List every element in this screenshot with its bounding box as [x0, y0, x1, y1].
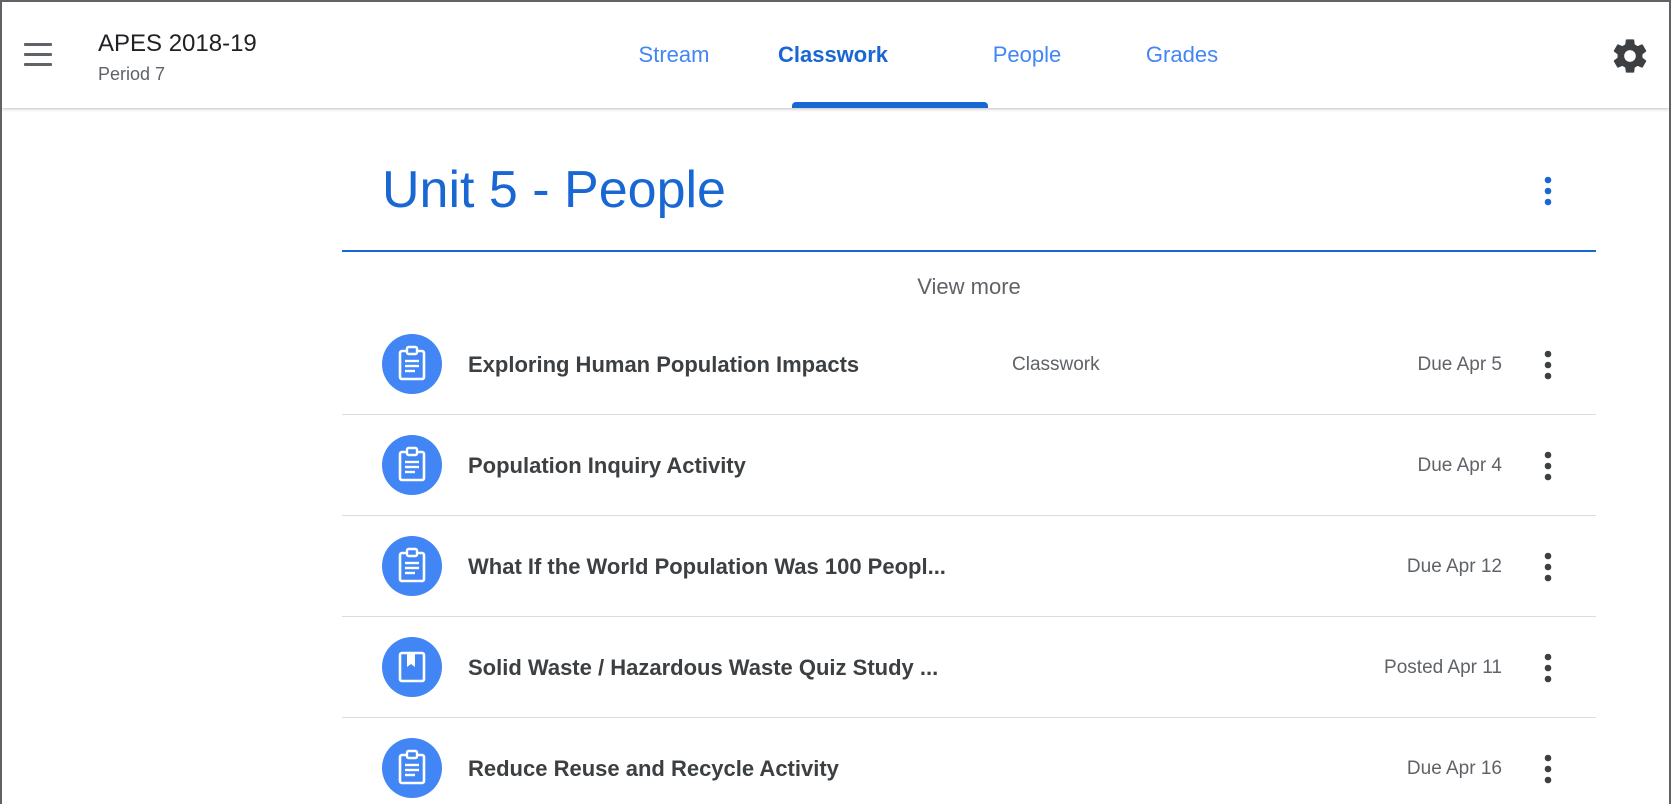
item-due-date: Due Apr 12 [1406, 556, 1502, 577]
more-vert-icon [1544, 754, 1552, 784]
item-options-button[interactable] [1536, 752, 1560, 786]
classwork-list: Exploring Human Population Impacts Class… [342, 314, 1596, 804]
list-item[interactable]: Reduce Reuse and Recycle Activity Due Ap… [342, 718, 1596, 804]
tab-stream[interactable]: Stream [639, 42, 710, 68]
list-item[interactable]: Exploring Human Population Impacts Class… [342, 314, 1596, 415]
tab-classwork[interactable]: Classwork [778, 42, 888, 68]
app-header: APES 2018-19 Period 7 Stream Classwork P… [2, 2, 1669, 108]
topic-divider [342, 250, 1596, 252]
topic-title[interactable]: Unit 5 - People [382, 160, 726, 220]
assignment-icon [382, 435, 442, 495]
item-options-button[interactable] [1536, 348, 1560, 382]
item-options-button[interactable] [1536, 651, 1560, 685]
app-frame: APES 2018-19 Period 7 Stream Classwork P… [0, 0, 1671, 804]
tab-grades[interactable]: Grades [1146, 42, 1218, 68]
settings-button[interactable] [1610, 36, 1650, 76]
item-due-date: Due Apr 4 [1417, 455, 1503, 476]
more-vert-icon [1544, 176, 1552, 206]
assignment-icon [382, 536, 442, 596]
view-more-link[interactable]: View more [342, 274, 1596, 300]
topic-options-button[interactable] [1536, 174, 1560, 208]
item-due-date: Due Apr 16 [1406, 758, 1502, 779]
material-icon [382, 637, 442, 697]
item-title: Population Inquiry Activity [468, 453, 746, 478]
item-due-date: Due Apr 5 [1417, 354, 1503, 375]
assignment-icon [382, 334, 442, 394]
assignment-icon [382, 738, 442, 798]
tab-people[interactable]: People [993, 42, 1062, 68]
more-vert-icon [1544, 451, 1552, 481]
list-item[interactable]: Solid Waste / Hazardous Waste Quiz Study… [342, 617, 1596, 718]
item-title: What If the World Population Was 100 Peo… [468, 554, 946, 579]
item-posted-date: Posted Apr 11 [1384, 657, 1502, 678]
active-tab-indicator [792, 102, 988, 108]
gear-icon [1613, 39, 1647, 73]
item-title: Solid Waste / Hazardous Waste Quiz Study… [468, 655, 939, 680]
more-vert-icon [1544, 653, 1552, 683]
item-options-button[interactable] [1536, 449, 1560, 483]
list-item[interactable]: Population Inquiry Activity Due Apr 4 [342, 415, 1596, 516]
item-type: Classwork [1012, 354, 1100, 375]
more-vert-icon [1544, 350, 1552, 380]
list-item[interactable]: What If the World Population Was 100 Peo… [342, 516, 1596, 617]
item-title: Exploring Human Population Impacts [468, 352, 860, 377]
item-options-button[interactable] [1536, 550, 1560, 584]
tab-bar: Stream Classwork People Grades [2, 2, 1669, 108]
more-vert-icon [1544, 552, 1552, 582]
classwork-main: Unit 5 - People View more Exploring Huma… [342, 108, 1596, 804]
item-title: Reduce Reuse and Recycle Activity [468, 756, 839, 781]
